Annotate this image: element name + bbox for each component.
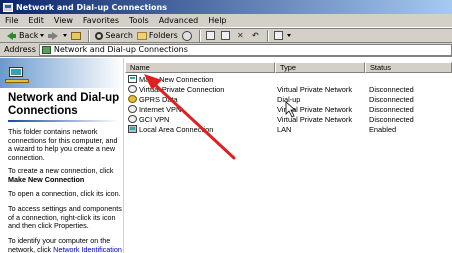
connection-name: Make New Connection (139, 74, 214, 84)
connection-type: Dial-up (277, 94, 301, 104)
move-to-icon (205, 31, 215, 40)
connection-type: LAN (277, 124, 292, 134)
lan-icon (128, 125, 137, 133)
list-item[interactable]: Local Area Connection LAN Enabled (125, 124, 452, 134)
info-paragraph-identify: To identify your computer on the network… (8, 236, 122, 253)
info-paragraph-folder: This folder contains network connections… (8, 127, 118, 162)
copy-to-icon (220, 31, 230, 40)
column-header-name[interactable]: Name (125, 62, 275, 73)
history-icon (181, 30, 192, 41)
column-header-type[interactable]: Type (275, 62, 365, 73)
menu-file[interactable]: File (0, 16, 23, 25)
forward-arrow-icon (48, 31, 59, 41)
search-icon (95, 31, 104, 40)
network-connections-icon (3, 2, 13, 12)
move-to-button[interactable] (204, 29, 219, 42)
folders-label: Folders (148, 31, 178, 40)
left-info-pane: Network and Dial-up Connections This fol… (0, 58, 124, 253)
search-button[interactable]: Search (93, 29, 134, 42)
title-divider (8, 120, 120, 122)
back-dropdown-icon[interactable] (40, 34, 45, 37)
network-connections-icon (5, 65, 31, 87)
toolbar-separator (198, 29, 201, 42)
copy-to-button[interactable] (219, 29, 234, 42)
menu-view[interactable]: View (49, 16, 78, 25)
undo-button[interactable]: ↶ (249, 29, 264, 42)
menu-tools[interactable]: Tools (124, 16, 154, 25)
undo-icon: ↶ (251, 30, 259, 40)
list-item[interactable]: GCI VPN Virtual Private Network Disconne… (125, 114, 452, 124)
connection-status: Disconnected (369, 94, 414, 104)
connection-status: Enabled (369, 124, 397, 134)
banner (0, 58, 123, 88)
menu-bar: File Edit View Favorites Tools Advanced … (0, 14, 452, 28)
list-header: Name Type Status (125, 62, 452, 73)
back-button[interactable]: Back (4, 29, 46, 42)
delete-button[interactable]: ✕ (234, 29, 249, 42)
menu-advanced[interactable]: Advanced (154, 16, 204, 25)
page-title-line2: Connections (8, 105, 78, 117)
connection-name: Internet VPN (139, 104, 182, 114)
title-bar: Network and Dial-up Connections (0, 0, 452, 14)
address-value: Network and Dial-up Connections (53, 45, 188, 54)
dialup-icon (128, 95, 137, 103)
connections-list: Name Type Status Make New Connection Vir… (125, 58, 452, 253)
connection-status: Disconnected (369, 84, 414, 94)
connection-type: Virtual Private Network (277, 114, 353, 124)
menu-edit[interactable]: Edit (23, 16, 49, 25)
views-icon (273, 31, 283, 40)
connection-status: Disconnected (369, 104, 414, 114)
delete-icon: ✕ (236, 30, 244, 40)
info-paragraph-settings: To access settings and components of a c… (8, 204, 122, 231)
views-dropdown-icon[interactable] (286, 34, 291, 37)
connection-name: GPRS Data (139, 94, 178, 104)
info-paragraph-create: To create a new connection, click Make N… (8, 166, 122, 184)
up-folder-button[interactable] (69, 29, 85, 42)
list-item[interactable]: Make New Connection (125, 74, 452, 84)
network-identification-link[interactable]: Network Identification (53, 245, 122, 253)
info-paragraph-open: To open a connection, click its icon. (8, 189, 121, 198)
connection-status: Disconnected (369, 114, 414, 124)
vpn-icon (128, 105, 137, 113)
connection-name: GCI VPN (139, 114, 170, 124)
back-arrow-icon (6, 31, 17, 41)
list-item[interactable]: GPRS Data Dial-up Disconnected (125, 94, 452, 104)
wizard-icon (128, 75, 137, 83)
views-button[interactable] (272, 29, 293, 42)
toolbar-separator (266, 29, 269, 42)
search-label: Search (105, 31, 133, 40)
history-button[interactable] (180, 29, 196, 42)
connection-type: Virtual Private Network (277, 84, 353, 94)
folders-icon (136, 31, 147, 40)
list-item[interactable]: Virtual Private Connection Virtual Priva… (125, 84, 452, 94)
vpn-icon (128, 85, 137, 93)
toolbar-separator (88, 29, 91, 42)
menu-help[interactable]: Help (203, 16, 231, 25)
connection-type: Virtual Private Network (277, 104, 353, 114)
column-header-status[interactable]: Status (365, 62, 452, 73)
forward-button[interactable] (46, 29, 69, 42)
folders-button[interactable]: Folders (135, 29, 180, 42)
window-title: Network and Dial-up Connections (16, 2, 167, 12)
vpn-icon (128, 115, 137, 123)
back-label: Back (19, 31, 39, 40)
list-item[interactable]: Internet VPN Virtual Private Network Dis… (125, 104, 452, 114)
forward-dropdown-icon[interactable] (63, 34, 68, 37)
make-new-connection-text: Make New Connection (8, 174, 85, 184)
network-folder-icon (41, 45, 51, 54)
address-field[interactable]: Network and Dial-up Connections (38, 43, 452, 56)
connection-name: Local Area Connection (139, 124, 214, 134)
page-title: Network and Dial-up Connections (8, 92, 122, 118)
address-bar: Address Network and Dial-up Connections (0, 43, 452, 57)
connection-name: Virtual Private Connection (139, 84, 225, 94)
menu-favorites[interactable]: Favorites (78, 16, 124, 25)
address-label: Address (4, 45, 36, 54)
page-title-line1: Network and Dial-up (8, 92, 120, 104)
toolbar: Back Search Folders ✕ ↶ (0, 28, 452, 43)
folder-up-icon (71, 31, 82, 40)
